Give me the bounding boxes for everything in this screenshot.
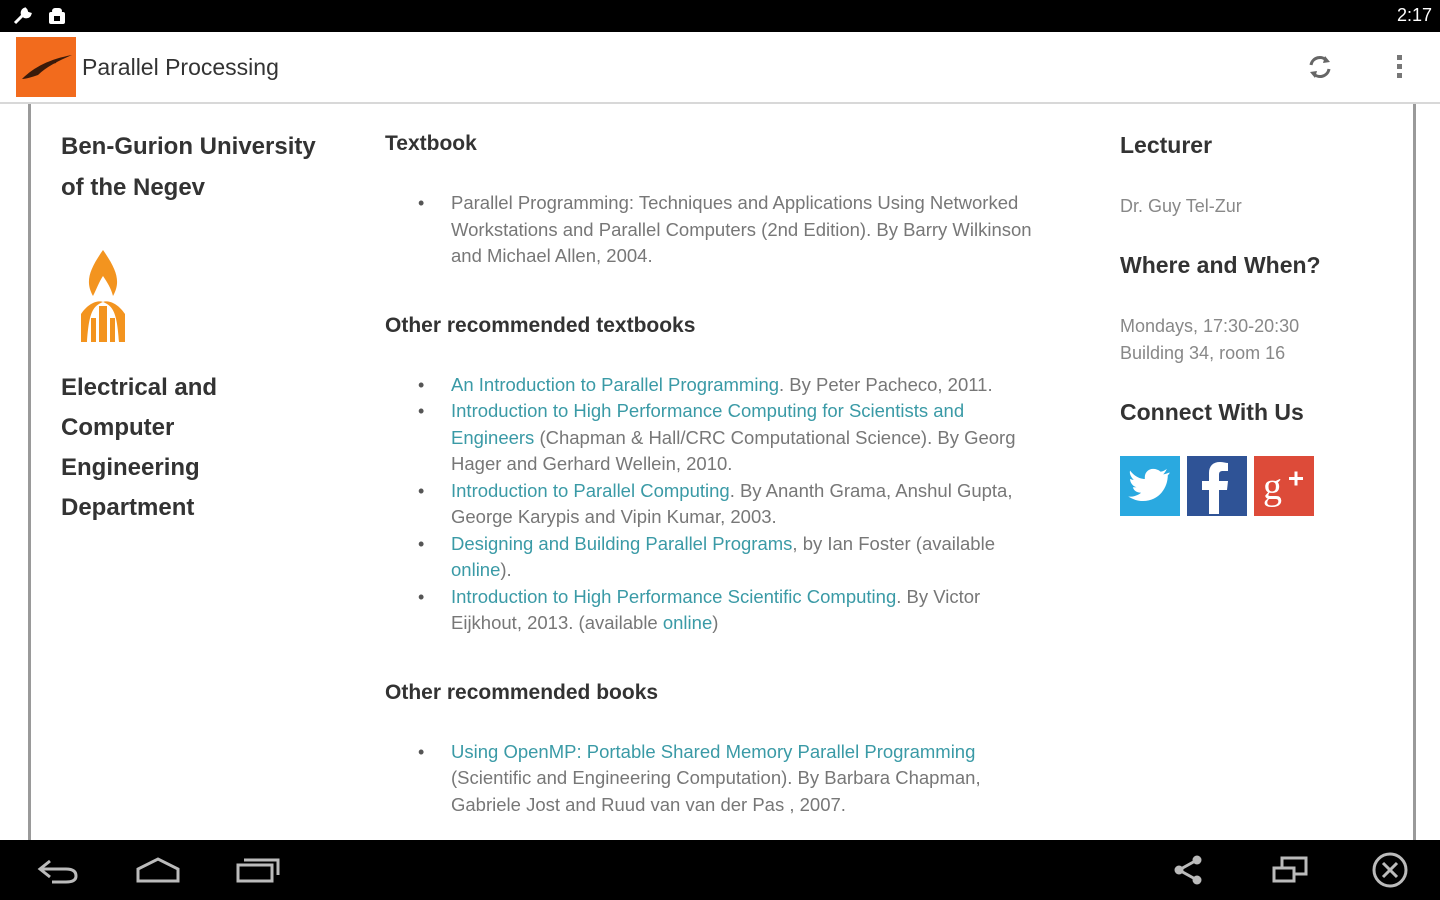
- book-details: . By Peter Pacheco, 2011.: [779, 373, 993, 395]
- university-name: Ben-Gurion University of the Negev: [61, 126, 341, 208]
- schedule-time: Mondays, 17:30-20:30: [1120, 316, 1300, 336]
- book-details: (Scientific and Engineering Computation)…: [451, 767, 981, 815]
- right-column: Lecturer Dr. Guy Tel-Zur Where and When?…: [1120, 126, 1400, 516]
- refresh-icon[interactable]: [1300, 47, 1340, 87]
- left-column: Ben-Gurion University of the Negev Elect…: [61, 126, 341, 528]
- other-textbooks-list: An Introduction to Parallel Programming.…: [385, 372, 1045, 637]
- course-page[interactable]: Ben-Gurion University of the Negev Elect…: [28, 104, 1416, 840]
- recent-apps-icon[interactable]: [228, 850, 288, 890]
- list-item: Using OpenMP: Portable Shared Memory Par…: [418, 739, 1045, 819]
- middle-column: Textbook Parallel Programming: Technique…: [385, 126, 1045, 840]
- connect-heading: Connect With Us: [1120, 399, 1304, 425]
- book-details-end: ).: [500, 559, 512, 580]
- clock: 2:17: [1396, 5, 1432, 25]
- twitter-icon[interactable]: [1120, 456, 1180, 516]
- university-name-line-1: Ben-Gurion University: [61, 133, 316, 160]
- book-link[interactable]: Introduction to High Performance Scienti…: [451, 586, 896, 607]
- department-line-4: Department: [61, 494, 195, 521]
- overflow-menu-icon[interactable]: [1380, 47, 1420, 87]
- other-books-list: Using OpenMP: Portable Shared Memory Par…: [385, 739, 1045, 819]
- schedule-location: Building 34, room 16: [1120, 343, 1286, 363]
- list-item: Introduction to High Performance Scienti…: [418, 584, 1045, 637]
- department-line-3: Engineering: [61, 454, 200, 481]
- share-icon[interactable]: [1158, 850, 1218, 890]
- bird-logo-icon[interactable]: [16, 37, 76, 97]
- navigation-bar: [0, 840, 1440, 900]
- book-link[interactable]: An Introduction to Parallel Programming: [451, 374, 779, 395]
- lecturer-heading: Lecturer: [1120, 132, 1213, 158]
- book-link[interactable]: Introduction to Parallel Computing: [451, 480, 730, 501]
- lecturer-name: Dr. Guy Tel-Zur: [1120, 196, 1242, 216]
- svg-text:g: g: [1263, 466, 1282, 508]
- window-icon[interactable]: [1260, 850, 1320, 890]
- schedule: Mondays, 17:30-20:30 Building 34, room 1…: [1120, 313, 1400, 367]
- department-name: Electrical and Computer Engineering Depa…: [61, 368, 341, 528]
- book-link[interactable]: Designing and Building Parallel Programs: [451, 533, 792, 554]
- app-title: Parallel Processing: [82, 54, 279, 80]
- status-bar: 2:17: [0, 0, 1440, 32]
- book-details: (Chapman & Hall/CRC Computational Scienc…: [451, 426, 1016, 475]
- facebook-icon[interactable]: [1187, 456, 1247, 516]
- home-icon[interactable]: [128, 850, 188, 890]
- where-when-heading: Where and When?: [1120, 252, 1321, 278]
- list-item: Introduction to High Performance Computi…: [418, 398, 1045, 478]
- social-buttons: g: [1120, 456, 1400, 516]
- close-icon[interactable]: [1360, 850, 1420, 890]
- book-details: , by Ian Foster (available: [792, 532, 995, 554]
- textbook-text: Parallel Programming: Techniques and App…: [451, 192, 1032, 266]
- book-link[interactable]: Using OpenMP: Portable Shared Memory Par…: [451, 741, 975, 762]
- list-item: Parallel Programming: Techniques and App…: [418, 190, 1045, 270]
- action-bar: Parallel Processing: [0, 32, 1440, 104]
- other-books-heading: Other recommended books: [385, 680, 659, 704]
- list-item: An Introduction to Parallel Programming.…: [418, 372, 1045, 399]
- wrench-icon: [12, 6, 36, 31]
- university-name-line-2: of the Negev: [61, 174, 206, 201]
- android-debug-icon: [46, 6, 68, 31]
- book-details-end: ): [712, 612, 719, 633]
- department-line-2: Computer: [61, 414, 175, 441]
- department-line-1: Electrical and: [61, 374, 218, 401]
- list-item: Designing and Building Parallel Programs…: [418, 531, 1045, 584]
- online-link[interactable]: online: [451, 559, 500, 580]
- flame-logo-icon: [71, 248, 135, 346]
- textbook-heading: Textbook: [385, 132, 477, 155]
- list-item: Introduction to Parallel Computing. By A…: [418, 478, 1045, 531]
- back-icon[interactable]: [28, 850, 88, 890]
- other-textbooks-heading: Other recommended textbooks: [385, 313, 696, 337]
- online-link[interactable]: online: [663, 612, 712, 633]
- google-plus-icon[interactable]: g: [1254, 456, 1314, 516]
- textbook-list: Parallel Programming: Techniques and App…: [385, 190, 1045, 270]
